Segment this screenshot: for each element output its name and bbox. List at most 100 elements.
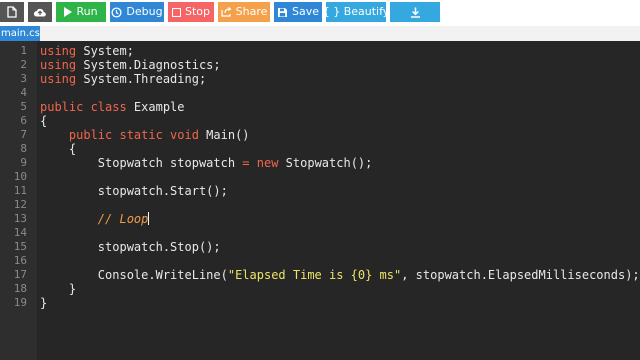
download-button[interactable] (390, 2, 440, 22)
code-line[interactable]: 19} (0, 296, 640, 310)
code-token: Main() (198, 128, 250, 142)
code-text: public static void Main() (40, 128, 250, 142)
code-token: System; (76, 44, 134, 58)
play-icon (64, 7, 73, 17)
code-token: System.Diagnostics; (76, 58, 221, 72)
beautify-button[interactable]: { } Beautify (323, 2, 389, 22)
line-number: 6 (20, 114, 27, 127)
tab-bar: main.cs (0, 26, 640, 41)
code-line[interactable]: 13 // Loop (0, 212, 640, 226)
share-icon (221, 7, 232, 17)
code-token: stopwatch.Start(); (40, 184, 228, 198)
file-icon (7, 6, 17, 18)
run-button[interactable]: Run (56, 2, 106, 22)
code-text: Console.WriteLine("Elapsed Time is {0} m… (40, 268, 640, 282)
code-text: { (40, 142, 76, 156)
code-text: using System; (40, 44, 134, 58)
line-number: 17 (13, 268, 27, 281)
code-text: Stopwatch stopwatch = new Stopwatch(); (40, 156, 373, 170)
code-token: Stopwatch(); (278, 156, 373, 170)
line-number: 3 (20, 72, 27, 85)
debug-button[interactable]: Debug (110, 2, 164, 22)
code-token: Stopwatch stopwatch (40, 156, 243, 170)
code-text: public class Example (40, 100, 185, 114)
debug-button-label: Debug (126, 5, 163, 18)
keyword-token: using (40, 72, 77, 86)
code-line[interactable]: 3 using System.Threading; (0, 72, 640, 86)
string-token: "Elapsed Time is {0} ms" (227, 268, 402, 282)
tab-main-cs[interactable]: main.cs (0, 26, 40, 41)
code-token: Example (126, 100, 185, 114)
code-editor[interactable]: 1 using System; 2 using System.Diagnostics;… (0, 41, 640, 360)
keyword-token: using (40, 58, 77, 72)
line-number: 1 (20, 44, 27, 57)
save-button[interactable]: Save (274, 2, 322, 22)
keyword-token: = (242, 156, 250, 170)
code-token: Console.WriteLine( (40, 268, 228, 282)
save-button-label: Save (291, 5, 319, 18)
code-token: { (40, 142, 77, 156)
stop-icon (171, 7, 181, 17)
line-number: 2 (20, 58, 27, 71)
keyword-token: new (256, 156, 279, 170)
code-token: } (40, 296, 48, 310)
keyword-token: public static void (68, 128, 199, 142)
code-line[interactable]: 11 stopwatch.Start(); (0, 184, 640, 198)
code-text: { (40, 114, 47, 128)
line-number: 14 (13, 226, 27, 239)
line-number: 7 (20, 128, 27, 141)
code-line[interactable]: 10 (0, 170, 640, 184)
code-line[interactable]: 17 Console.WriteLine("Elapsed Time is {0… (0, 268, 640, 282)
file-menu-button[interactable] (0, 2, 24, 22)
share-button[interactable]: Share (218, 2, 270, 22)
code-line[interactable]: 14 (0, 226, 640, 240)
code-token: } (40, 282, 77, 296)
line-number: 19 (13, 296, 27, 309)
code-line[interactable]: 18 } (0, 282, 640, 296)
code-line[interactable]: 1 using System; (0, 44, 640, 58)
code-line[interactable]: 9 Stopwatch stopwatch = new Stopwatch(); (0, 156, 640, 170)
code-line[interactable]: 15 stopwatch.Stop(); (0, 240, 640, 254)
stop-button-label: Stop (184, 5, 210, 18)
stop-button[interactable]: Stop (168, 2, 214, 22)
code-line[interactable]: 12 (0, 198, 640, 212)
text-cursor (148, 212, 150, 225)
line-number: 11 (13, 184, 27, 197)
code-text: using System.Diagnostics; (40, 58, 221, 72)
cloud-upload-icon (33, 7, 47, 18)
code-text: } (40, 296, 47, 310)
download-icon (410, 7, 421, 18)
code-line[interactable]: 16 (0, 254, 640, 268)
code-token: stopwatch.Stop(); (40, 240, 221, 254)
run-button-label: Run (76, 5, 98, 18)
line-number: 16 (13, 254, 27, 267)
code-text: stopwatch.Start(); (40, 184, 228, 198)
comment-token: // Loop (97, 212, 149, 226)
toolbar: Run Debug Stop Share Save { } Beautify (0, 0, 640, 26)
upload-button[interactable] (28, 2, 52, 22)
line-number: 12 (13, 198, 27, 211)
code-token: System.Threading; (76, 72, 207, 86)
line-number: 13 (13, 212, 27, 225)
code-token: { (40, 114, 48, 128)
code-line[interactable]: 8 { (0, 142, 640, 156)
code-line[interactable]: 6{ (0, 114, 640, 128)
share-button-label: Share (235, 5, 268, 18)
save-icon (277, 7, 288, 18)
code-line[interactable]: 4 (0, 86, 640, 100)
line-number: 5 (20, 100, 27, 113)
code-text: } (40, 282, 76, 296)
gear-icon (111, 6, 122, 18)
keyword-token: using (40, 44, 77, 58)
code-line[interactable]: 2 using System.Diagnostics; (0, 58, 640, 72)
code-line[interactable]: 5 public class Example (0, 100, 640, 114)
line-number: 8 (20, 142, 27, 155)
code-line[interactable]: 7 public static void Main() (0, 128, 640, 142)
code-text: stopwatch.Stop(); (40, 240, 221, 254)
line-number: 18 (13, 282, 27, 295)
line-number: 10 (13, 170, 27, 183)
line-number: 15 (13, 240, 27, 253)
